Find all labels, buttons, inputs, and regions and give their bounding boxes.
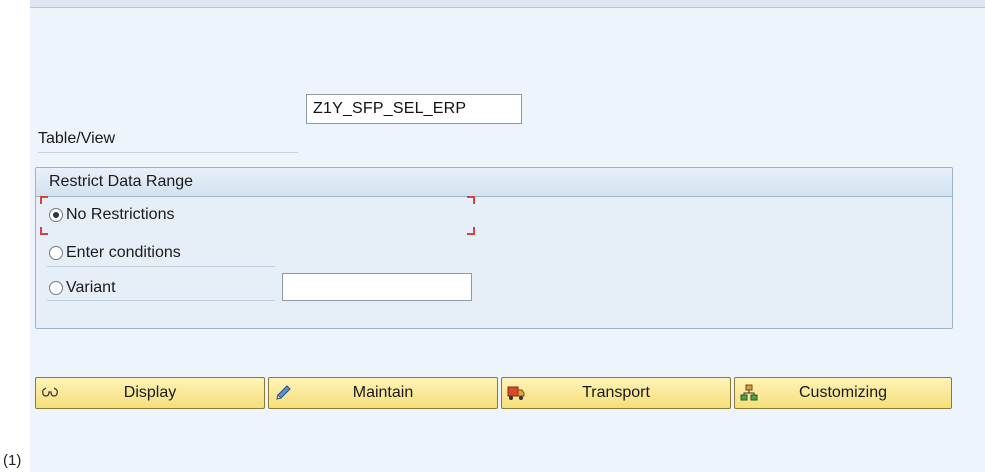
button-label: Maintain xyxy=(352,384,414,401)
row-divider xyxy=(47,300,275,301)
table-view-label-wrap: Table/View xyxy=(38,130,298,153)
radio-selected-icon[interactable] xyxy=(49,208,63,222)
radio-dot xyxy=(53,212,59,218)
display-button[interactable]: Display xyxy=(35,377,265,409)
table-view-label: Table/View xyxy=(38,130,116,147)
label-underline xyxy=(38,152,298,153)
hierarchy-icon xyxy=(739,383,759,403)
radio-label: No Restrictions xyxy=(66,206,175,223)
toolbar-strip xyxy=(30,0,985,8)
radio-enter-conditions[interactable]: Enter conditions xyxy=(49,242,181,264)
focus-corner-br xyxy=(467,227,475,235)
row-divider xyxy=(47,266,275,267)
radio-label: Enter conditions xyxy=(66,244,181,261)
transport-button[interactable]: Transport xyxy=(501,377,731,409)
table-view-input[interactable]: Z1Y_SFP_SEL_ERP xyxy=(306,94,522,124)
radio-no-restrictions[interactable]: No Restrictions xyxy=(49,204,174,226)
button-label: Transport xyxy=(582,384,650,401)
radio-unselected-icon[interactable] xyxy=(49,246,63,260)
pencil-icon xyxy=(273,383,293,403)
button-label: Customizing xyxy=(798,384,888,401)
customizing-button[interactable]: Customizing xyxy=(734,377,952,409)
radio-unselected-icon[interactable] xyxy=(49,281,63,295)
focus-corner-bl xyxy=(40,227,48,235)
page-marker: (1) xyxy=(3,452,22,469)
radio-variant[interactable]: Variant xyxy=(49,277,116,299)
variant-input[interactable] xyxy=(282,273,472,301)
focus-corner-tr xyxy=(467,196,475,204)
glasses-icon xyxy=(40,383,60,403)
maintain-button[interactable]: Maintain xyxy=(268,377,498,409)
focus-corner-tl xyxy=(40,196,48,204)
truck-icon xyxy=(506,383,526,403)
button-label: Display xyxy=(123,384,177,401)
group-title: Restrict Data Range xyxy=(36,168,952,197)
radio-label: Variant xyxy=(66,279,116,296)
